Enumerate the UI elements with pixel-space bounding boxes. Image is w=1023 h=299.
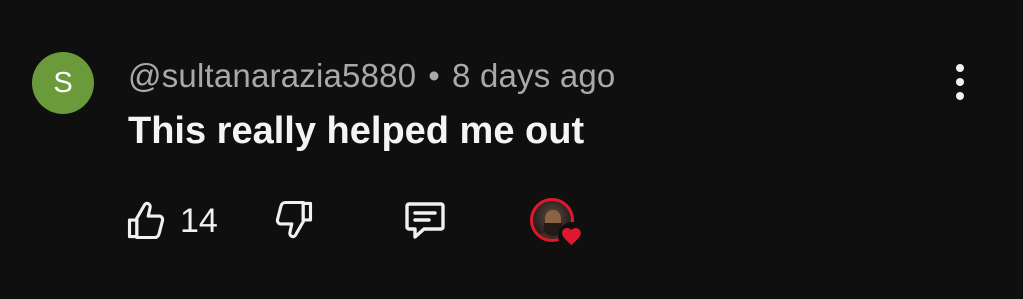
- comment-header: @sultanarazia5880 • 8 days ago: [128, 54, 616, 98]
- more-vertical-icon-dot: [956, 78, 964, 86]
- more-vertical-icon: [956, 64, 964, 72]
- more-options-button[interactable]: [940, 60, 980, 104]
- username[interactable]: @sultanarazia5880: [128, 57, 416, 95]
- creator-heart-badge[interactable]: [530, 198, 588, 252]
- meta-separator: •: [428, 57, 441, 94]
- dislike-button[interactable]: [270, 196, 318, 246]
- comment-text: This really helped me out: [128, 110, 585, 152]
- thumbs-down-icon: [272, 197, 316, 246]
- reply-button[interactable]: [400, 196, 450, 246]
- more-vertical-icon-dot: [956, 92, 964, 100]
- like-button[interactable]: 14: [124, 196, 218, 246]
- reply-comment-icon: [401, 195, 449, 248]
- avatar-letter: S: [53, 66, 73, 99]
- timestamp[interactable]: 8 days ago: [452, 57, 615, 95]
- thumbs-up-icon: [124, 199, 168, 243]
- comment-thread-item: S @sultanarazia5880 • 8 days ago This re…: [0, 0, 1023, 299]
- heart-icon: [558, 222, 586, 250]
- comment-actions: 14: [0, 190, 1023, 260]
- avatar[interactable]: S: [32, 52, 94, 114]
- like-count: 14: [180, 201, 218, 240]
